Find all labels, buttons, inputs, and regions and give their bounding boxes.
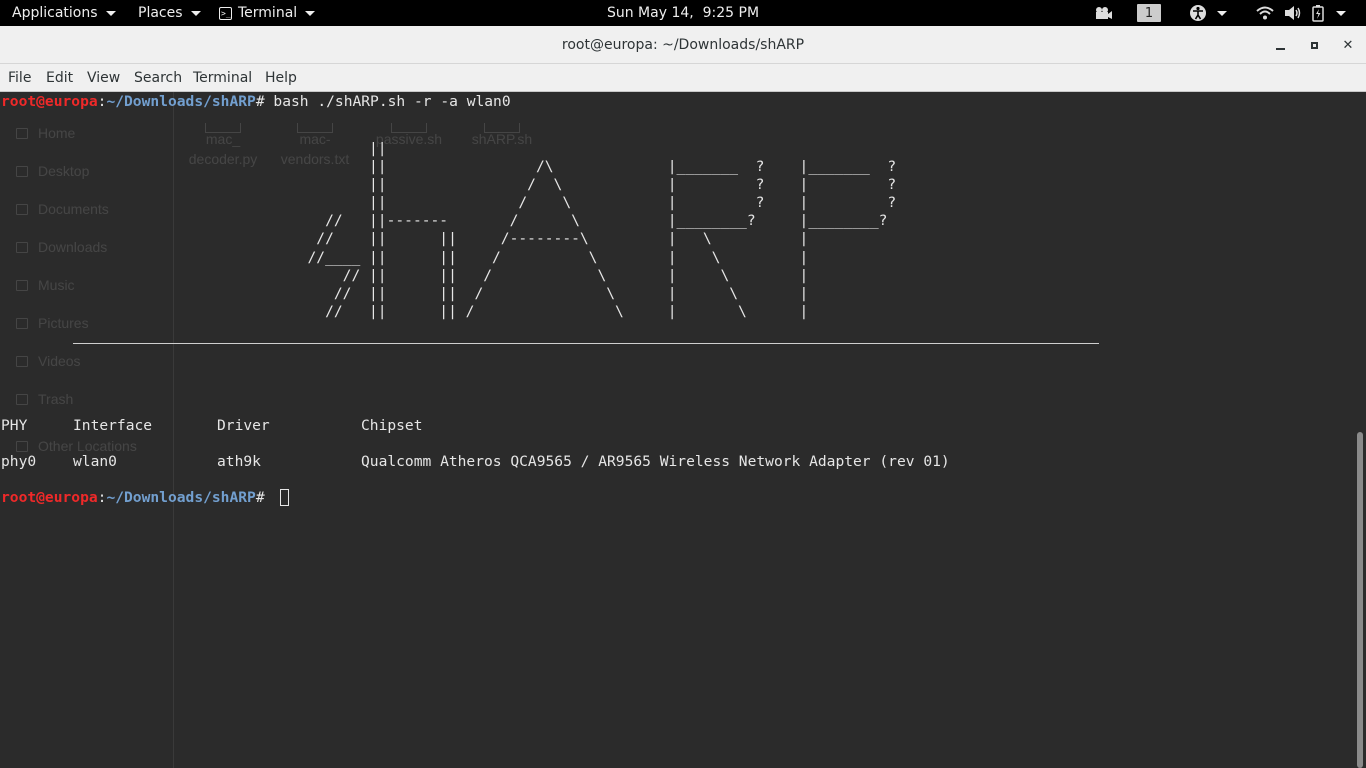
- command-line: root@europa:~/Downloads/shARP# bash ./sh…: [1, 93, 511, 111]
- table-cell-phy: phy0: [1, 453, 37, 470]
- table-header-phy: PHY: [1, 417, 28, 434]
- clock[interactable]: Sun May 14, 9:25 PM: [607, 5, 759, 21]
- applications-menu[interactable]: Applications: [12, 0, 116, 26]
- home-icon: [16, 128, 28, 139]
- table-header-interface: Interface: [73, 417, 153, 434]
- prompt-path: ~/Downloads/shARP: [106, 489, 256, 506]
- prompt-symbol: #: [255, 489, 274, 506]
- wifi-icon: [1256, 6, 1274, 20]
- text-cursor: [280, 489, 289, 506]
- menu-help[interactable]: Help: [265, 64, 297, 92]
- table-cell-driver: ath9k: [217, 453, 261, 470]
- window-titlebar[interactable]: root@europa: ~/Downloads/shARP ✕: [0, 26, 1366, 64]
- table-header-driver: Driver: [217, 417, 270, 434]
- menu-terminal[interactable]: Terminal: [193, 64, 252, 92]
- chevron-down-icon: [305, 10, 316, 16]
- accessibility-icon: [1190, 5, 1206, 21]
- maximize-button[interactable]: [1300, 26, 1328, 64]
- prompt-path: ~/Downloads/shARP: [106, 93, 256, 110]
- ghost-sidebar-videos: Videos: [16, 353, 81, 371]
- ghost-sidebar-trash: Trash: [16, 391, 73, 409]
- menubar: File Edit View Search Terminal Help: [0, 64, 1366, 92]
- chevron-down-icon: [1336, 10, 1346, 16]
- menu-search[interactable]: Search: [134, 64, 182, 92]
- table-header-chipset: Chipset: [361, 417, 423, 434]
- maximize-icon: [1310, 41, 1318, 49]
- places-menu[interactable]: Places: [138, 0, 201, 26]
- trash-icon: [16, 394, 28, 405]
- accessibility-menu[interactable]: [1188, 0, 1228, 26]
- applications-label: Applications: [12, 5, 98, 21]
- menu-file[interactable]: File: [8, 64, 31, 92]
- prompt-user: root@europa: [1, 93, 98, 110]
- command-text: bash ./shARP.sh -r -a wlan0: [273, 93, 511, 110]
- chevron-down-icon: [105, 10, 116, 16]
- terminal-app-menu[interactable]: >_ Terminal: [219, 0, 316, 26]
- sharp-ascii-banner: || || /\ |_______ ? |_______ ? || / \ | …: [307, 140, 897, 320]
- system-menu[interactable]: [1256, 0, 1356, 26]
- table-cell-interface: wlan0: [73, 453, 117, 470]
- prompt-user: root@europa: [1, 489, 98, 506]
- close-icon: ✕: [1342, 37, 1354, 53]
- active-prompt-line[interactable]: root@europa:~/Downloads/shARP#: [1, 489, 273, 507]
- top-panel: Applications Places >_ Terminal Sun May …: [0, 0, 1366, 26]
- file-icon: [297, 123, 333, 133]
- menu-edit[interactable]: Edit: [46, 64, 73, 92]
- plus-icon: [16, 441, 28, 452]
- terminal-scrollbar[interactable]: [1354, 92, 1366, 768]
- file-icon: [205, 123, 241, 133]
- file-icon: [484, 123, 520, 133]
- menu-view[interactable]: View: [87, 64, 120, 92]
- banner-divider: [73, 343, 1099, 344]
- chevron-down-icon: [190, 10, 201, 16]
- video-icon: [16, 356, 28, 367]
- terminal-view[interactable]: Home Desktop Documents Downloads Music P…: [0, 92, 1354, 768]
- video-camera-icon[interactable]: [1094, 0, 1114, 26]
- battery-icon: [1312, 5, 1324, 22]
- terminal-icon: >_: [219, 6, 232, 20]
- volume-icon: [1285, 6, 1301, 20]
- places-label: Places: [138, 5, 183, 21]
- window-title: root@europa: ~/Downloads/shARP: [561, 37, 805, 53]
- file-icon: [391, 123, 427, 133]
- minimize-icon: [1275, 48, 1285, 50]
- close-button[interactable]: ✕: [1334, 26, 1362, 64]
- terminal-app-label: Terminal: [238, 5, 298, 21]
- chevron-down-icon: [1217, 10, 1227, 16]
- workspace-indicator[interactable]: 1: [1137, 4, 1161, 22]
- scrollbar-thumb[interactable]: [1357, 432, 1363, 768]
- table-cell-chipset: Qualcomm Atheros QCA9565 / AR9565 Wirele…: [361, 453, 950, 470]
- minimize-button[interactable]: [1266, 26, 1294, 64]
- prompt-symbol: #: [255, 93, 274, 110]
